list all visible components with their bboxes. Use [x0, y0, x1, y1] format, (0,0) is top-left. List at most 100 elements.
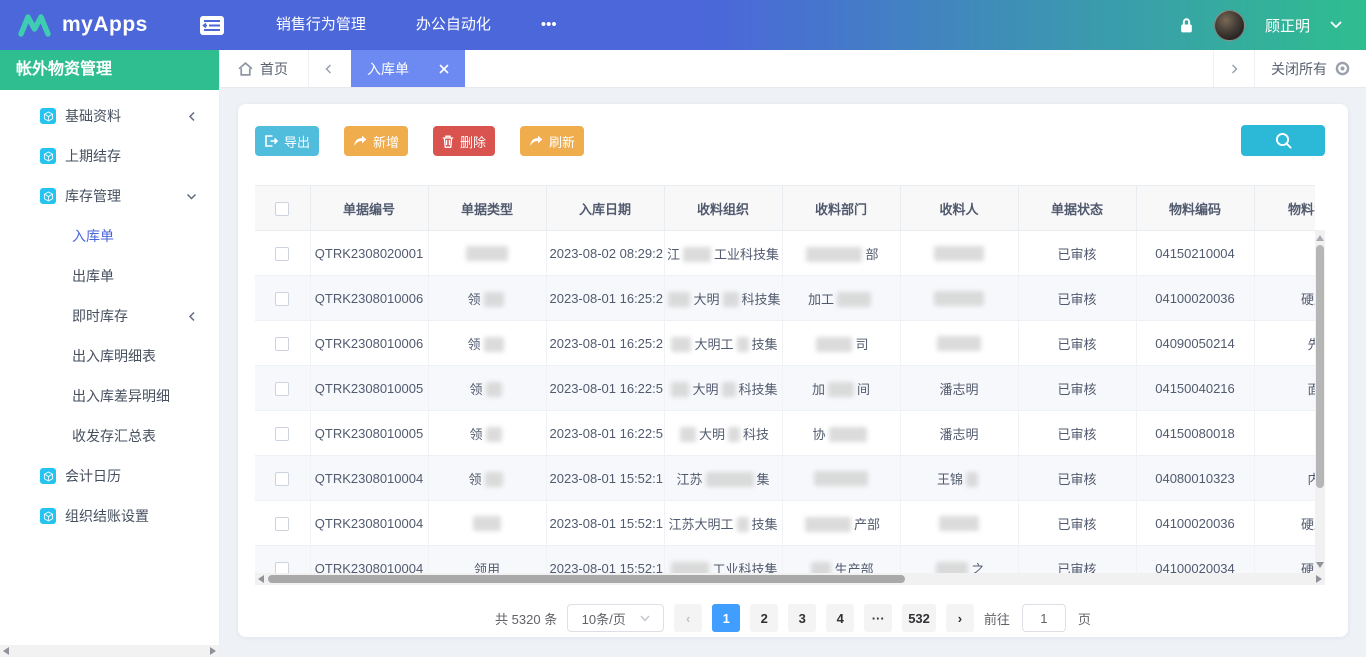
cube-icon — [40, 148, 56, 164]
page-button-532[interactable]: 532 — [902, 604, 936, 632]
cell: 04150080018 — [1136, 411, 1254, 456]
tab-close-icon[interactable] — [439, 64, 449, 74]
horizontal-scrollbar-thumb[interactable] — [268, 575, 905, 583]
table-horizontal-scrollbar[interactable] — [255, 573, 1325, 585]
cell: 2023-08-01 15:52:1 — [546, 546, 664, 574]
sidebar-item-accounting-calendar[interactable]: 会计日历 — [0, 456, 219, 496]
row-checkbox[interactable] — [275, 517, 289, 531]
sidebar-item-opening-balance[interactable]: 上期结存 — [0, 136, 219, 176]
cell: 已审核 — [1018, 411, 1136, 456]
page-button-3[interactable]: 3 — [788, 604, 816, 632]
user-avatar[interactable] — [1214, 10, 1245, 41]
cell: 2023-08-01 16:22:5 — [546, 411, 664, 456]
cell: QTRK2308010004 — [310, 546, 428, 574]
export-button[interactable]: 导出 — [255, 126, 319, 156]
search-button[interactable] — [1241, 125, 1325, 156]
page-more-button[interactable]: ··· — [864, 604, 892, 632]
redacted-blur — [473, 516, 501, 531]
sidebar-item-basic-data[interactable]: 基础资料 — [0, 96, 219, 136]
cell: 硬质 — [1254, 546, 1315, 574]
scroll-right-arrow-icon[interactable] — [1316, 575, 1322, 583]
delete-label: 删除 — [460, 132, 486, 151]
close-all-tabs-button[interactable]: 关闭所有 — [1255, 50, 1366, 87]
sidebar-item-summary-report[interactable]: 收发存汇总表 — [0, 416, 219, 456]
chevron-left-icon — [187, 311, 197, 322]
sidebar-item-inout-diff-detail[interactable]: 出入库差异明细 — [0, 376, 219, 416]
collapse-sidebar-icon[interactable] — [200, 16, 224, 35]
table-row: QTRK2308010004领2023-08-01 15:52:1江苏集王锦已审… — [255, 456, 1315, 501]
scroll-down-arrow-icon[interactable] — [1316, 562, 1324, 568]
sidebar: 帐外物资管理 基础资料 上期结存 库存管理 入库单 出库单 即时库存 出入库明细… — [0, 50, 220, 657]
tabs-scroll-right-button[interactable] — [1214, 50, 1254, 87]
sidebar-item-org-closing-settings[interactable]: 组织结账设置 — [0, 496, 219, 536]
topbar-right: 顾正明 — [1179, 10, 1342, 41]
scroll-up-arrow-icon[interactable] — [1316, 235, 1324, 241]
tabs-scroll-left-button[interactable] — [309, 50, 349, 87]
cube-icon — [40, 508, 56, 524]
top-menu-sales[interactable]: 销售行为管理 — [276, 0, 366, 50]
refresh-button[interactable]: 刷新 — [520, 126, 584, 156]
cell: 硬质 — [1254, 501, 1315, 546]
redacted-blur — [737, 337, 749, 352]
redacted-blur — [671, 562, 709, 574]
vertical-scrollbar-thumb[interactable] — [1316, 245, 1324, 488]
user-name[interactable]: 顾正明 — [1265, 15, 1310, 36]
share-arrow-icon — [353, 135, 367, 147]
row-checkbox[interactable] — [275, 247, 289, 261]
app-logo[interactable]: myApps — [18, 13, 148, 37]
sidebar-item-outbound-order[interactable]: 出库单 — [0, 256, 219, 296]
lock-icon[interactable] — [1179, 17, 1194, 34]
redacted-blur — [828, 382, 854, 397]
cell: 之 — [900, 546, 1018, 574]
top-menu-more[interactable]: ••• — [541, 0, 557, 50]
row-checkbox[interactable] — [275, 382, 289, 396]
row-checkbox[interactable] — [275, 427, 289, 441]
cell: 领 — [428, 456, 546, 501]
redacted-blur — [671, 382, 689, 397]
scroll-right-arrow-icon[interactable] — [210, 647, 216, 655]
sidebar-horizontal-scrollbar[interactable] — [0, 645, 219, 657]
table-row: QTRK2308010005领2023-08-01 16:22:5大明科技集加间… — [255, 366, 1315, 411]
prev-page-button[interactable]: ‹ — [674, 604, 702, 632]
redacted-blur — [486, 382, 502, 397]
goto-page-input[interactable] — [1022, 604, 1066, 632]
page-button-4[interactable]: 4 — [826, 604, 854, 632]
home-breadcrumb[interactable]: 首页 — [220, 50, 308, 87]
cell: 江苏大明工技集 — [664, 501, 782, 546]
scroll-left-arrow-icon[interactable] — [258, 575, 264, 583]
redacted-blur — [837, 292, 871, 307]
add-button[interactable]: 新增 — [344, 126, 408, 156]
redacted-blur — [466, 246, 508, 261]
tab-inbound-order[interactable]: 入库单 — [351, 50, 465, 87]
user-chevron-down-icon[interactable] — [1330, 21, 1342, 29]
sidebar-item-inbound-order[interactable]: 入库单 — [0, 216, 219, 256]
cube-icon — [40, 468, 56, 484]
cell: 04100020036 — [1136, 276, 1254, 321]
sidebar-item-inout-detail[interactable]: 出入库明细表 — [0, 336, 219, 376]
next-page-button[interactable]: › — [946, 604, 974, 632]
cell: 领 — [428, 276, 546, 321]
row-checkbox[interactable] — [275, 472, 289, 486]
top-menu-office[interactable]: 办公自动化 — [416, 0, 491, 50]
redacted-blur — [722, 382, 736, 397]
redacted-blur — [936, 562, 968, 574]
scroll-left-arrow-icon[interactable] — [3, 647, 9, 655]
redacted-blur — [680, 427, 696, 442]
column-header: 入库日期 — [546, 186, 664, 231]
target-circle-icon[interactable] — [1335, 61, 1350, 76]
page-button-2[interactable]: 2 — [750, 604, 778, 632]
row-checkbox[interactable] — [275, 562, 289, 573]
page-size-select[interactable]: 10条/页 — [567, 604, 664, 632]
select-all-checkbox[interactable] — [275, 202, 289, 216]
cell: 04150210004 — [1136, 231, 1254, 276]
page-button-1[interactable]: 1 — [712, 604, 740, 632]
table-vertical-scrollbar[interactable] — [1315, 230, 1325, 573]
sidebar-item-realtime-inventory[interactable]: 即时库存 — [0, 296, 219, 336]
export-label: 导出 — [284, 132, 310, 151]
redacted-blur — [934, 291, 984, 306]
row-checkbox[interactable] — [275, 337, 289, 351]
sidebar-item-inventory-management[interactable]: 库存管理 — [0, 176, 219, 216]
cell: 04100020034 — [1136, 546, 1254, 574]
row-checkbox[interactable] — [275, 292, 289, 306]
delete-button[interactable]: 删除 — [433, 126, 495, 156]
